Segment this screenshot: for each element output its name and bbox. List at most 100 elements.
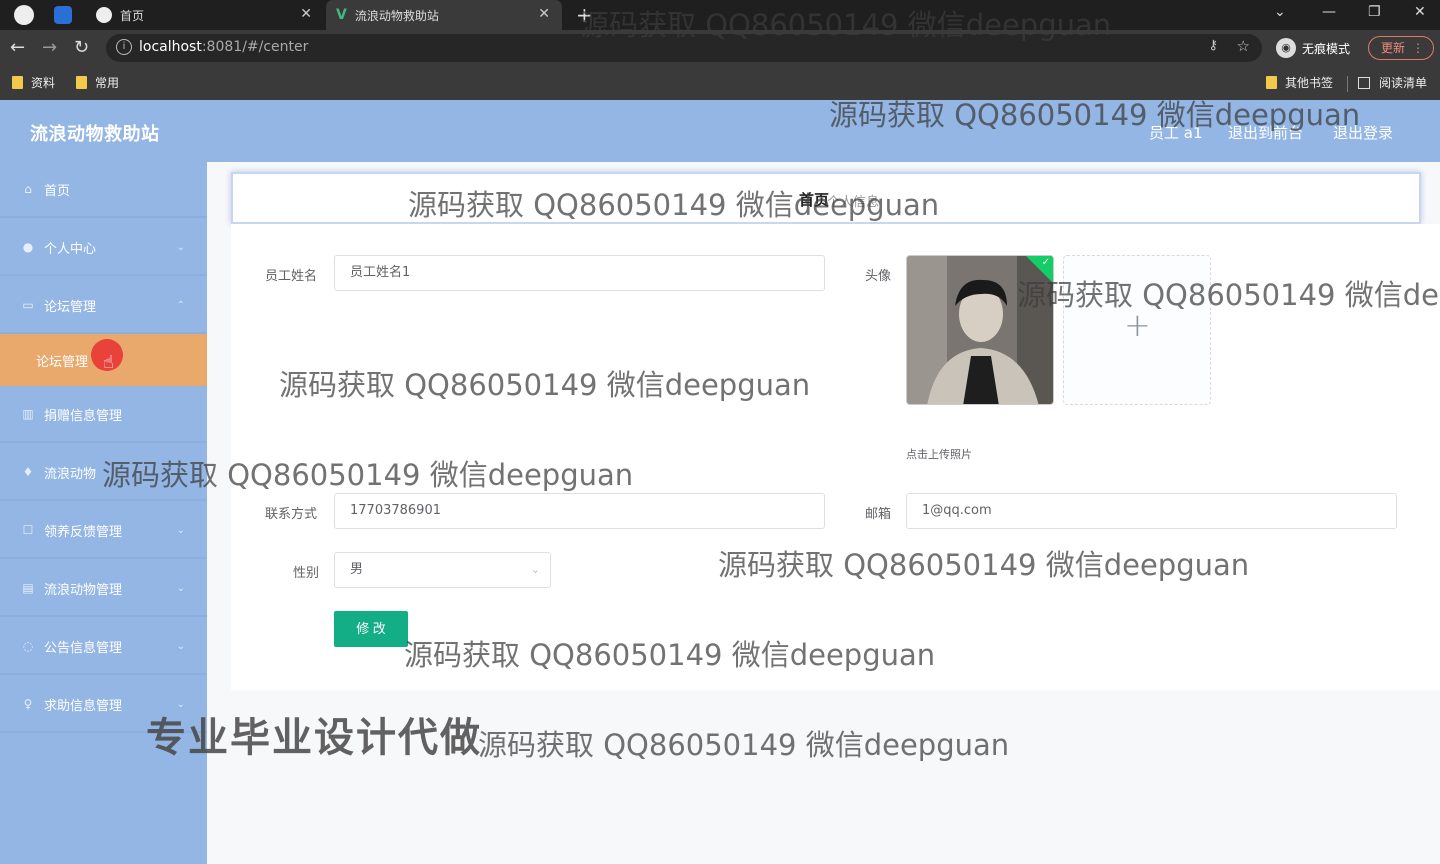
logout-link[interactable]: 退出登录: [1333, 122, 1393, 143]
other-bookmarks[interactable]: 其他书签: [1266, 74, 1333, 91]
current-user: 员工 a1: [1149, 124, 1203, 142]
profile-form-card: [231, 224, 1440, 690]
password-key-icon[interactable]: ⚷: [1208, 38, 1218, 53]
breadcrumb: 首页 个人信息: [231, 172, 1421, 224]
folder-icon: [12, 76, 23, 89]
modify-button[interactable]: 修 改: [334, 611, 408, 647]
reload-icon[interactable]: ↻: [74, 37, 89, 58]
chevron-down-icon: ⌄: [176, 583, 185, 594]
chevron-down-icon: ⌄: [176, 641, 185, 652]
name-label: 员工姓名: [265, 269, 318, 284]
promo-watermark: 专业毕业设计代做: [146, 715, 482, 761]
sidebar-item-announcements[interactable]: ◌ 公告信息管理 ⌄: [0, 619, 207, 675]
breadcrumb-current: 个人信息: [827, 195, 880, 210]
incognito-label: 无痕模式: [1302, 41, 1351, 56]
folder-icon: [76, 76, 87, 89]
sidebar-item-label: 个人中心: [44, 241, 97, 257]
sidebar-item-label: 求助信息管理: [44, 698, 123, 714]
email-input[interactable]: 1@qq.com: [906, 493, 1397, 529]
profile-icon[interactable]: [14, 5, 34, 25]
url-field[interactable]: i localhost:8081/#/center ⚷ ☆: [106, 34, 1262, 62]
sidebar-item-label: 论坛管理: [44, 299, 97, 315]
site-brand: 流浪动物救助站: [30, 124, 160, 145]
window-close-icon[interactable]: ✕: [1414, 4, 1426, 20]
restore-icon[interactable]: ❐: [1368, 4, 1381, 20]
name-input[interactable]: 员工姓名1: [334, 255, 825, 291]
bookmarks-bar: 资料 常用 其他书签 阅读清单: [0, 66, 1440, 100]
sidebar-item-adoption-feedback[interactable]: ☐ 领养反馈管理 ⌄: [0, 503, 207, 559]
phone-input[interactable]: 17703786901: [334, 493, 825, 529]
notice-icon: ◌: [22, 639, 34, 653]
gender-label: 性别: [293, 566, 320, 581]
forward-icon[interactable]: →: [42, 37, 57, 58]
more-menu-icon[interactable]: ⋮: [1412, 37, 1424, 59]
url-text: localhost:8081/#/center: [139, 39, 309, 55]
sidebar-item-donation[interactable]: ▥ 捐赠信息管理: [0, 387, 207, 443]
sidebar-item-label: 流浪动物: [44, 466, 97, 482]
extension-icon[interactable]: [54, 6, 72, 24]
home-icon: ⌂: [24, 182, 32, 196]
update-button[interactable]: 更新 ⋮: [1368, 36, 1434, 60]
sidebar-item-home[interactable]: ⌂ 首页: [0, 162, 207, 218]
email-label: 邮箱: [865, 507, 892, 522]
tab-search-icon[interactable]: ⌄: [1274, 4, 1286, 20]
bar-chart-icon: ▥: [22, 407, 34, 421]
sidebar-item-stray-animals[interactable]: ♦ 流浪动物: [0, 445, 207, 501]
tab-rescue-station[interactable]: V 流浪动物救助站 ✕: [326, 0, 562, 30]
bookmark-folder-changyong[interactable]: 常用: [76, 74, 119, 91]
avatar-label: 头像: [865, 269, 892, 284]
close-tab-icon[interactable]: ✕: [538, 6, 550, 22]
chevron-down-icon: ⌄: [176, 525, 185, 536]
app-header: 流浪动物救助站 员工 a1 退出到前台 退出登录: [0, 100, 1440, 162]
bookmark-folder-ziliao[interactable]: 资料: [12, 74, 55, 91]
reading-list[interactable]: 阅读清单: [1358, 74, 1427, 91]
chevron-up-icon: ⌃: [176, 300, 185, 311]
forum-icon: ▭: [22, 298, 34, 312]
upload-tip: 点击上传照片: [906, 448, 972, 461]
update-label: 更新: [1381, 41, 1406, 55]
sidebar-item-forum[interactable]: ▭ 论坛管理 ⌃: [0, 278, 207, 334]
tab-home[interactable]: 首页 ✕: [88, 0, 324, 30]
upload-button[interactable]: +: [1063, 255, 1211, 405]
chevron-down-icon: ⌄: [530, 563, 540, 576]
sidebar-item-label: 捐赠信息管理: [44, 408, 123, 424]
help-icon: ♀: [23, 697, 33, 711]
list-icon: ▤: [22, 581, 34, 595]
sidebar-item-personal-center[interactable]: ● 个人中心 ⌄: [0, 220, 207, 276]
portrait-photo: [907, 256, 1053, 404]
address-bar: ← → ↻ i localhost:8081/#/center ⚷ ☆ ◉ 无痕…: [0, 30, 1440, 66]
sidebar-item-stray-animal-management[interactable]: ▤ 流浪动物管理 ⌄: [0, 561, 207, 617]
bookmark-divider: [1347, 76, 1348, 92]
vue-icon: V: [336, 7, 347, 23]
avatar-image[interactable]: ✓: [906, 255, 1054, 405]
sidebar-item-label: 流浪动物管理: [44, 582, 123, 598]
feedback-icon: ☐: [22, 523, 34, 537]
browser-tab-bar: 首页 ✕ V 流浪动物救助站 ✕ + ⌄ — ❐ ✕: [0, 0, 1440, 30]
gender-select[interactable]: 男 ⌄: [334, 552, 551, 588]
check-icon: ✓: [1041, 257, 1050, 268]
gender-value: 男: [350, 562, 364, 577]
sidebar-item-label: 领养反馈管理: [44, 524, 123, 540]
incognito-icon: ◉: [1276, 38, 1296, 58]
user-icon: ●: [22, 240, 34, 254]
hand-cursor-icon: ☝: [103, 352, 114, 373]
globe-icon: [96, 7, 112, 23]
chevron-down-icon: ⌄: [176, 242, 185, 253]
back-to-front-link[interactable]: 退出到前台: [1228, 122, 1303, 143]
bookmark-star-icon[interactable]: ☆: [1237, 37, 1250, 55]
minimize-icon[interactable]: —: [1322, 4, 1336, 20]
pet-icon: ♦: [22, 465, 34, 479]
reading-list-icon: [1358, 76, 1370, 89]
close-tab-icon[interactable]: ✕: [300, 6, 312, 22]
tab-title: 流浪动物救助站: [354, 8, 439, 23]
incognito-indicator[interactable]: ◉ 无痕模式: [1276, 38, 1350, 58]
new-tab-icon[interactable]: +: [576, 3, 593, 27]
sidebar-subitem-label: 论坛管理: [36, 354, 89, 370]
back-icon[interactable]: ←: [10, 37, 25, 58]
folder-icon: [1266, 76, 1277, 89]
breadcrumb-home[interactable]: 首页: [799, 189, 829, 210]
sidebar-item-label: 首页: [44, 183, 71, 199]
plus-icon: +: [1124, 306, 1151, 344]
phone-label: 联系方式: [265, 507, 318, 522]
site-info-icon[interactable]: i: [116, 39, 132, 55]
